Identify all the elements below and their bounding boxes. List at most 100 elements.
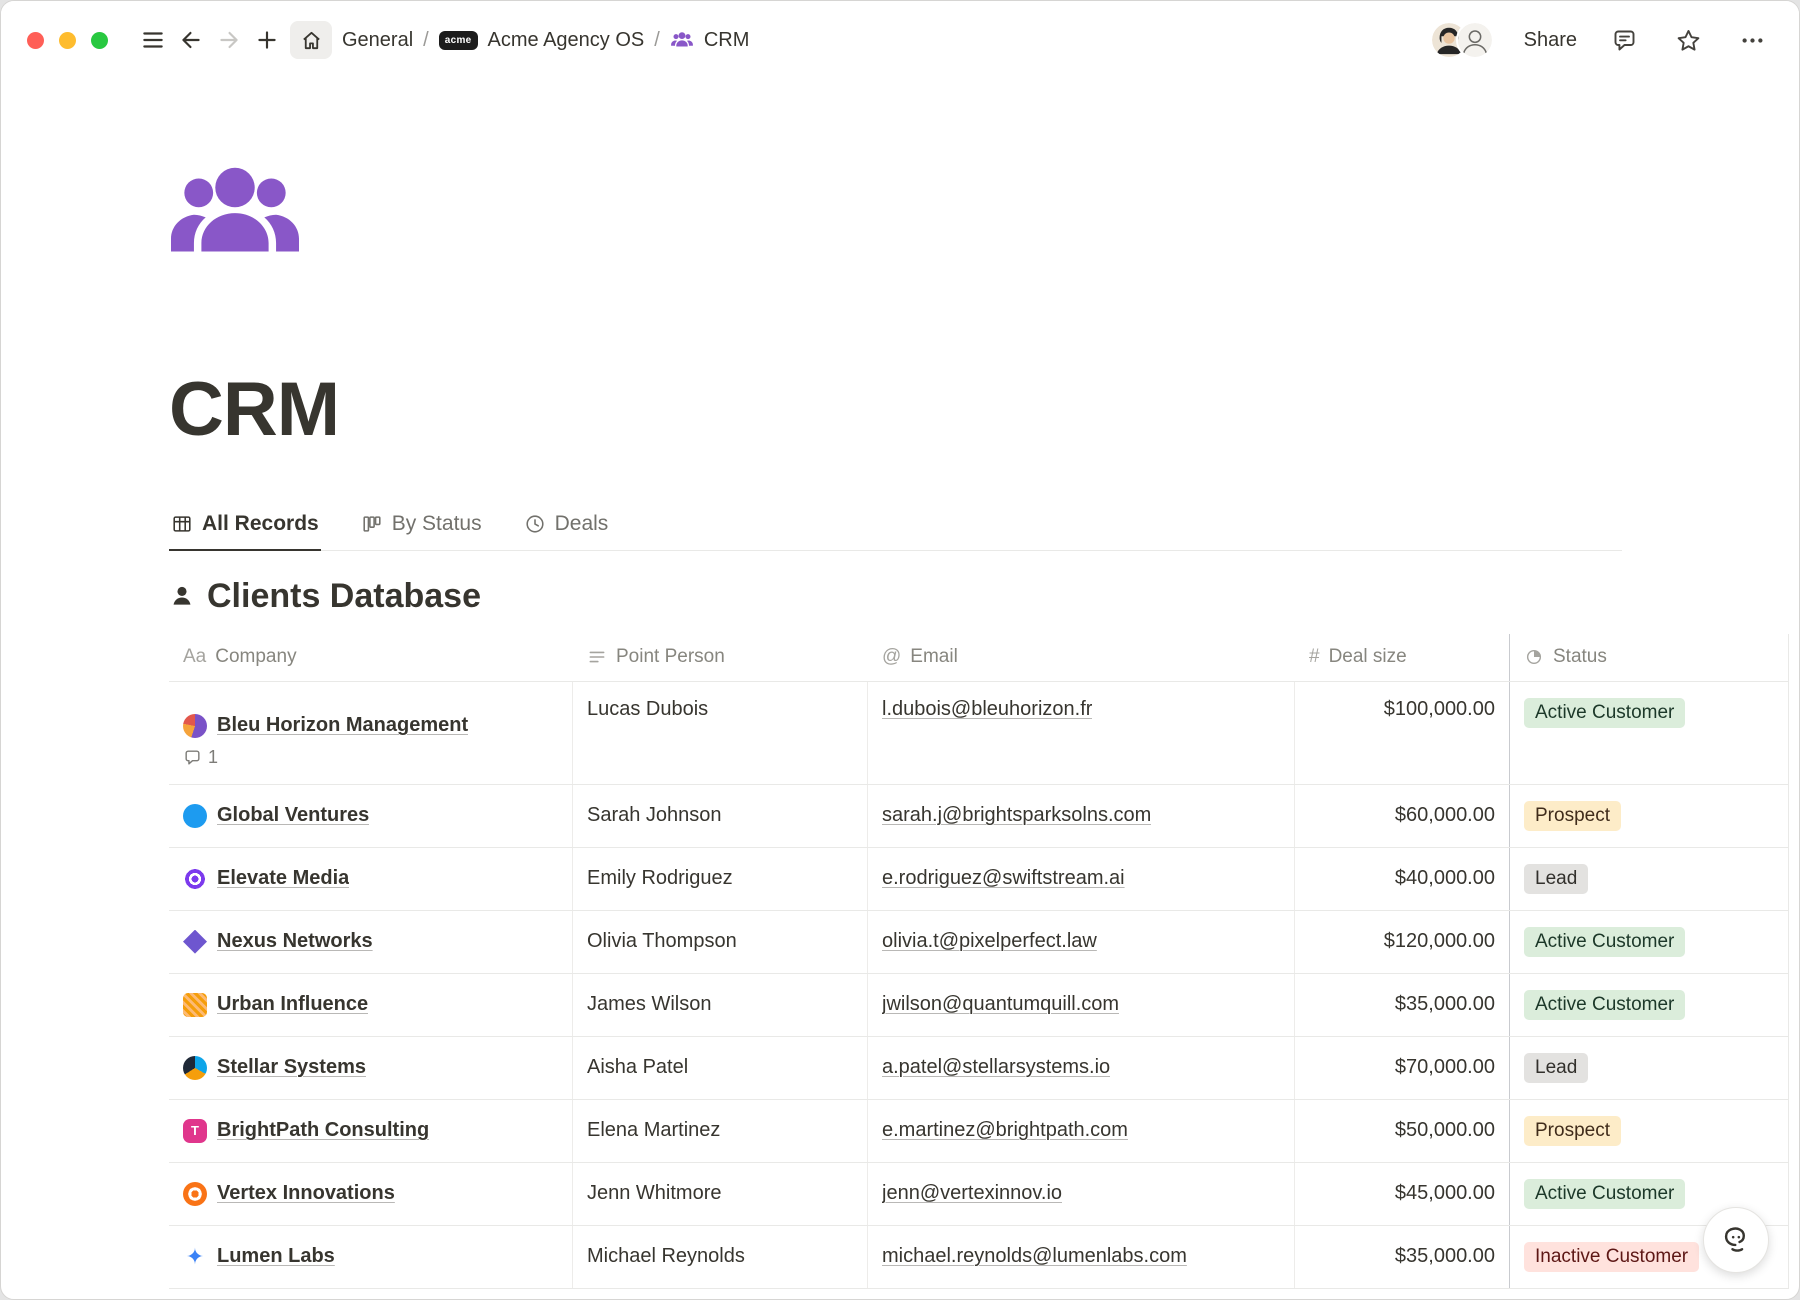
page-icon-people[interactable] — [169, 163, 309, 264]
email-link[interactable]: e.martinez@brightpath.com — [882, 1119, 1128, 1142]
status-cell[interactable]: Active Customer — [1509, 911, 1789, 973]
close-window-button[interactable] — [27, 32, 44, 49]
email-cell[interactable]: michael.reynolds@lumenlabs.com — [868, 1226, 1295, 1288]
email-link[interactable]: l.dubois@bleuhorizon.fr — [882, 698, 1092, 721]
status-cell[interactable]: Lead — [1509, 1037, 1789, 1099]
comment-count[interactable]: 1 — [183, 747, 218, 768]
company-link[interactable]: Lumen Labs — [217, 1245, 335, 1268]
company-link[interactable]: Nexus Networks — [217, 930, 373, 953]
deal-size-cell[interactable]: $50,000.00 — [1295, 1100, 1509, 1162]
company-link[interactable]: BrightPath Consulting — [217, 1119, 429, 1142]
company-link[interactable]: Stellar Systems — [217, 1056, 366, 1079]
company-link[interactable]: Vertex Innovations — [217, 1182, 395, 1205]
table-row[interactable]: Bleu Horizon Management 1 Lucas Dubois l… — [169, 682, 1789, 785]
company-link[interactable]: Urban Influence — [217, 993, 368, 1016]
email-cell[interactable]: e.martinez@brightpath.com — [868, 1100, 1295, 1162]
email-cell[interactable]: e.rodriguez@swiftstream.ai — [868, 848, 1295, 910]
status-cell[interactable]: Active Customer — [1509, 682, 1789, 784]
share-button[interactable]: Share — [1524, 29, 1577, 52]
point-person-cell[interactable]: Jenn Whitmore — [573, 1163, 868, 1225]
comments-button[interactable] — [1607, 23, 1641, 57]
zoom-window-button[interactable] — [91, 32, 108, 49]
deal-size-cell[interactable]: $100,000.00 — [1295, 682, 1509, 784]
company-cell[interactable]: Bleu Horizon Management 1 — [169, 682, 573, 784]
email-cell[interactable]: jenn@vertexinnov.io — [868, 1163, 1295, 1225]
email-cell[interactable]: l.dubois@bleuhorizon.fr — [868, 682, 1295, 784]
minimize-window-button[interactable] — [59, 32, 76, 49]
company-link[interactable]: Elevate Media — [217, 867, 349, 890]
new-tab-button[interactable] — [248, 21, 286, 59]
breadcrumb-workspace[interactable]: Acme Agency OS — [488, 29, 645, 52]
status-cell[interactable]: Lead — [1509, 848, 1789, 910]
table-row[interactable]: Stellar Systems Aisha Patel a.patel@stel… — [169, 1037, 1789, 1100]
deal-size-cell[interactable]: $120,000.00 — [1295, 911, 1509, 973]
back-button[interactable] — [172, 21, 210, 59]
tab-by-status[interactable]: By Status — [359, 502, 484, 551]
column-header-point-person[interactable]: Point Person — [573, 634, 868, 681]
email-cell[interactable]: a.patel@stellarsystems.io — [868, 1037, 1295, 1099]
avatar[interactable] — [1456, 21, 1494, 59]
status-badge[interactable]: Prospect — [1524, 1116, 1621, 1146]
column-header-email[interactable]: @ Email — [868, 634, 1295, 681]
breadcrumb-page[interactable]: CRM — [704, 29, 750, 52]
email-link[interactable]: olivia.t@pixelperfect.law — [882, 930, 1097, 953]
deal-size-cell[interactable]: $45,000.00 — [1295, 1163, 1509, 1225]
table-row[interactable]: Nexus Networks Olivia Thompson olivia.t@… — [169, 911, 1789, 974]
sidebar-toggle-button[interactable] — [134, 21, 172, 59]
email-link[interactable]: sarah.j@brightsparksolns.com — [882, 804, 1151, 827]
company-link[interactable]: Global Ventures — [217, 804, 369, 827]
company-cell[interactable]: Elevate Media — [169, 848, 573, 910]
more-options-button[interactable] — [1735, 23, 1769, 57]
column-header-status[interactable]: Status — [1509, 634, 1789, 681]
point-person-cell[interactable]: Aisha Patel — [573, 1037, 868, 1099]
point-person-cell[interactable]: Olivia Thompson — [573, 911, 868, 973]
breadcrumb-root[interactable]: General — [342, 29, 413, 52]
tab-all-records[interactable]: All Records — [169, 502, 321, 551]
email-link[interactable]: e.rodriguez@swiftstream.ai — [882, 867, 1125, 890]
company-link[interactable]: Bleu Horizon Management — [217, 714, 468, 737]
status-cell[interactable]: Prospect — [1509, 785, 1789, 847]
help-button[interactable] — [1703, 1207, 1769, 1273]
forward-button[interactable] — [210, 21, 248, 59]
point-person-cell[interactable]: Emily Rodriguez — [573, 848, 868, 910]
status-badge[interactable]: Prospect — [1524, 801, 1621, 831]
status-badge[interactable]: Inactive Customer — [1524, 1242, 1699, 1272]
email-link[interactable]: jwilson@quantumquill.com — [882, 993, 1119, 1016]
deal-size-cell[interactable]: $35,000.00 — [1295, 974, 1509, 1036]
table-row[interactable]: Vertex Innovations Jenn Whitmore jenn@ve… — [169, 1163, 1789, 1226]
table-row[interactable]: ✦ Lumen Labs Michael Reynolds michael.re… — [169, 1226, 1789, 1289]
company-cell[interactable]: T BrightPath Consulting — [169, 1100, 573, 1162]
point-person-cell[interactable]: Elena Martinez — [573, 1100, 868, 1162]
email-cell[interactable]: olivia.t@pixelperfect.law — [868, 911, 1295, 973]
collaborator-avatars[interactable] — [1430, 21, 1494, 59]
table-row[interactable]: Elevate Media Emily Rodriguez e.rodrigue… — [169, 848, 1789, 911]
status-badge[interactable]: Lead — [1524, 864, 1588, 894]
status-badge[interactable]: Lead — [1524, 1053, 1588, 1083]
deal-size-cell[interactable]: $70,000.00 — [1295, 1037, 1509, 1099]
tab-deals[interactable]: Deals — [522, 502, 611, 551]
status-badge[interactable]: Active Customer — [1524, 1179, 1685, 1209]
status-cell[interactable]: Active Customer — [1509, 974, 1789, 1036]
home-button[interactable] — [290, 21, 332, 59]
table-row[interactable]: T BrightPath Consulting Elena Martinez e… — [169, 1100, 1789, 1163]
company-cell[interactable]: Urban Influence — [169, 974, 573, 1036]
point-person-cell[interactable]: Lucas Dubois — [573, 682, 868, 784]
company-cell[interactable]: Stellar Systems — [169, 1037, 573, 1099]
column-header-company[interactable]: Aa Company — [169, 634, 573, 681]
company-cell[interactable]: Vertex Innovations — [169, 1163, 573, 1225]
deal-size-cell[interactable]: $40,000.00 — [1295, 848, 1509, 910]
email-cell[interactable]: sarah.j@brightsparksolns.com — [868, 785, 1295, 847]
status-badge[interactable]: Active Customer — [1524, 698, 1685, 728]
deal-size-cell[interactable]: $35,000.00 — [1295, 1226, 1509, 1288]
favorite-button[interactable] — [1671, 23, 1705, 57]
column-header-deal-size[interactable]: # Deal size — [1295, 634, 1509, 681]
company-cell[interactable]: Global Ventures — [169, 785, 573, 847]
company-cell[interactable]: Nexus Networks — [169, 911, 573, 973]
email-cell[interactable]: jwilson@quantumquill.com — [868, 974, 1295, 1036]
email-link[interactable]: jenn@vertexinnov.io — [882, 1182, 1062, 1205]
status-cell[interactable]: Prospect — [1509, 1100, 1789, 1162]
status-badge[interactable]: Active Customer — [1524, 990, 1685, 1020]
point-person-cell[interactable]: Michael Reynolds — [573, 1226, 868, 1288]
email-link[interactable]: a.patel@stellarsystems.io — [882, 1056, 1110, 1079]
company-cell[interactable]: ✦ Lumen Labs — [169, 1226, 573, 1288]
